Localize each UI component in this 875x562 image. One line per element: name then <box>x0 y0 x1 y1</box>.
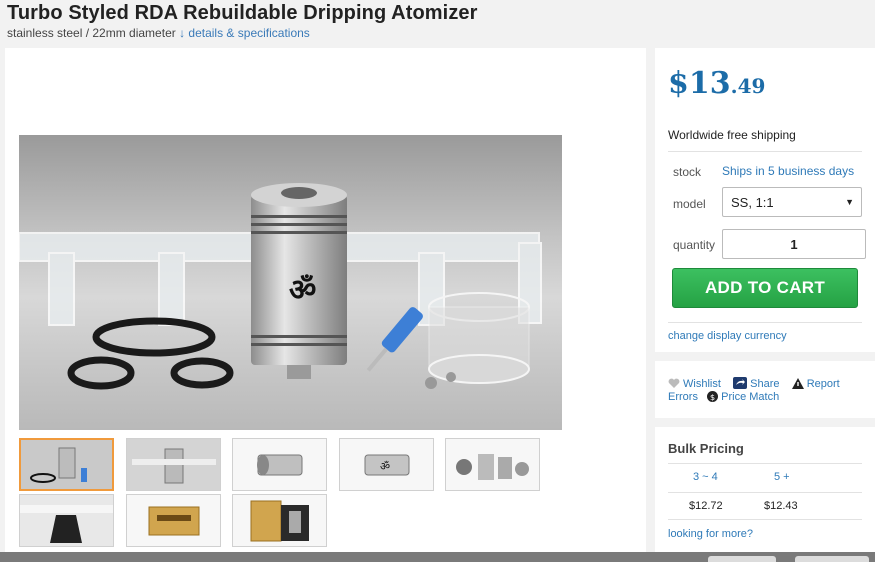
thumb-image <box>21 440 112 489</box>
wishlist-label: Wishlist <box>683 378 721 390</box>
price-dollars: $13 <box>668 66 731 101</box>
svg-text:ॐ: ॐ <box>380 460 390 473</box>
price-cents: .49 <box>730 74 766 98</box>
actions-row-2: Errors $ Price Match <box>668 391 779 405</box>
divider <box>668 463 862 464</box>
thumb-image <box>233 495 326 546</box>
product-material: stainless steel / 22mm diameter <box>7 26 176 40</box>
bulk-pricing-title: Bulk Pricing <box>668 441 744 456</box>
bottom-button[interactable] <box>708 556 776 562</box>
purchase-box: $13.49 Worldwide free shipping stock Shi… <box>655 48 875 352</box>
thumbnail-2[interactable] <box>126 438 221 491</box>
thumb-image <box>127 495 220 546</box>
bulk-tier-qty[interactable]: 5 + <box>774 471 790 483</box>
dollar-icon: $ <box>707 391 719 405</box>
atomizer-photo: ॐ <box>19 183 542 390</box>
warning-icon <box>791 378 804 392</box>
bottom-button[interactable] <box>795 556 869 562</box>
report-label: Report <box>806 378 840 390</box>
price-match-link[interactable]: $ Price Match <box>707 391 779 403</box>
divider <box>668 322 862 323</box>
model-value: SS, 1:1 <box>731 195 774 210</box>
details-link[interactable]: ↓ details & specifications <box>179 26 310 40</box>
bulk-pricing-box: Bulk Pricing 3 ~ 4 5 + $12.72 $12.43 loo… <box>655 427 875 562</box>
main-product-image[interactable]: ॐ <box>19 135 562 430</box>
thumbnail-1[interactable] <box>19 438 114 491</box>
heart-icon <box>668 378 680 392</box>
dropdown-arrow-icon: ▼ <box>845 197 854 207</box>
shipping-info: Worldwide free shipping <box>668 128 796 142</box>
report-link[interactable]: Report <box>791 378 840 392</box>
product-title: Turbo Styled RDA Rebuildable Dripping At… <box>7 2 478 24</box>
actions-box: Wishlist Share Report Errors $ Price Matc… <box>655 361 875 418</box>
product-gallery: ॐ ॐ <box>5 48 646 562</box>
quantity-label: quantity <box>673 238 716 252</box>
thumb-image <box>233 439 326 490</box>
price-match-label: Price Match <box>721 391 780 403</box>
divider <box>668 492 862 493</box>
add-to-cart-button[interactable]: ADD TO CART <box>672 268 858 308</box>
svg-text:$: $ <box>710 393 715 402</box>
svg-text:ॐ: ॐ <box>289 273 316 308</box>
share-label: Share <box>750 378 780 390</box>
thumbnail-8[interactable] <box>232 494 327 547</box>
thumbnail-7[interactable] <box>126 494 221 547</box>
stock-value: Ships in 5 business days <box>722 164 855 178</box>
price: $13.49 <box>668 66 765 101</box>
model-label: model <box>673 197 706 211</box>
share-link[interactable]: Share <box>733 377 780 392</box>
product-subtitle: stainless steel / 22mm diameter ↓ detail… <box>7 26 310 40</box>
looking-for-more-link[interactable]: looking for more? <box>668 528 753 540</box>
thumb-image <box>20 495 113 546</box>
report-errors-link[interactable]: Errors <box>668 391 698 403</box>
thumb-image: ॐ <box>340 439 433 490</box>
divider <box>668 519 862 520</box>
thumbnail-4[interactable]: ॐ <box>339 438 434 491</box>
wishlist-link[interactable]: Wishlist <box>668 378 721 390</box>
divider <box>668 151 862 152</box>
thumbnail-3[interactable] <box>232 438 327 491</box>
change-currency-link[interactable]: change display currency <box>668 330 787 342</box>
model-select[interactable]: SS, 1:1 ▼ <box>722 187 862 217</box>
thumbnail-5[interactable] <box>445 438 540 491</box>
thumb-image <box>127 439 220 490</box>
thumbnail-6[interactable] <box>19 494 114 547</box>
stock-label: stock <box>673 165 702 179</box>
actions-row-1: Wishlist Share Report <box>668 377 840 392</box>
share-icon <box>733 377 748 392</box>
bulk-tier-qty[interactable]: 3 ~ 4 <box>693 471 718 483</box>
bulk-tier-price: $12.43 <box>764 500 798 512</box>
bulk-tier-price: $12.72 <box>689 500 723 512</box>
thumb-image <box>446 439 539 490</box>
quantity-input[interactable]: 1 <box>722 229 866 259</box>
